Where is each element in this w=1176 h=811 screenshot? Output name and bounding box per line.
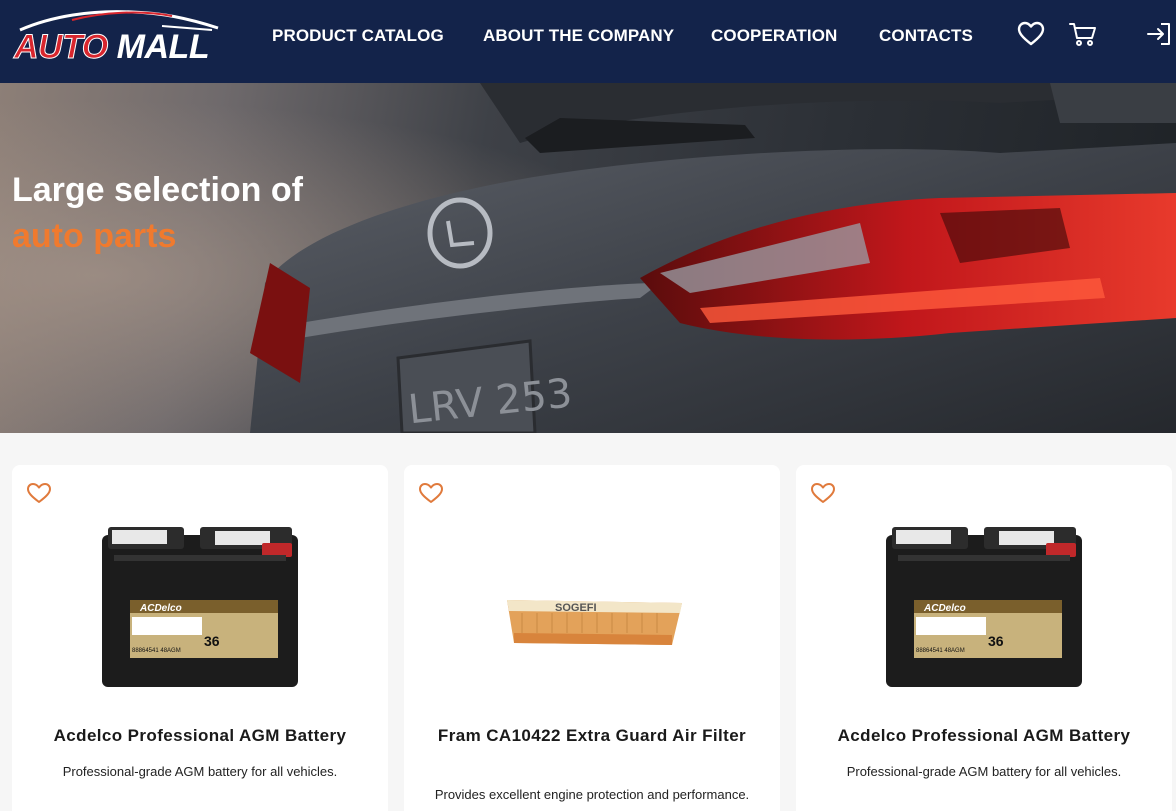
- cart-icon: [1069, 23, 1096, 46]
- logo-auto: AUTO: [14, 28, 109, 67]
- heart-outline-icon: [27, 483, 51, 503]
- product-card[interactable]: ACDelco 36 88864541 48AGM Acdelco Profes…: [796, 465, 1172, 811]
- battery-brand-text: ACDelco: [923, 603, 966, 614]
- product-description: Professional-grade AGM battery for all v…: [846, 764, 1122, 779]
- heart-outline-icon: [811, 483, 835, 503]
- heart-icon: [1017, 21, 1045, 46]
- air-filter-image: SOGEFI: [507, 600, 682, 645]
- product-image[interactable]: ACDelco 36 88864541 48AGM: [100, 525, 300, 690]
- add-to-favorites-button[interactable]: [810, 481, 836, 505]
- product-card[interactable]: ACDelco 36 88864541 48AGM Acdelco Profes…: [12, 465, 388, 811]
- product-image[interactable]: SOGEFI: [492, 525, 692, 690]
- nav-cooperation[interactable]: COOPERATION: [711, 26, 837, 46]
- nav-about-company[interactable]: ABOUT THE COMPANY: [483, 26, 674, 46]
- battery-image: ACDelco 36 88864541 48AGM: [886, 527, 1082, 687]
- login-button[interactable]: [1144, 19, 1174, 49]
- product-image[interactable]: ACDelco 36 88864541 48AGM: [884, 525, 1084, 690]
- cart-button[interactable]: [1068, 19, 1098, 49]
- battery-group-number: 36: [988, 633, 1004, 649]
- battery-code-text: 88864541 48AGM: [916, 648, 965, 654]
- hero-title-line1: Large selection of: [12, 171, 303, 209]
- site-header: AUTO MALL PRODUCT CATALOG ABOUT THE COMP…: [0, 0, 1176, 83]
- battery-brand-text: ACDelco: [139, 603, 182, 614]
- product-description: Professional-grade AGM battery for all v…: [62, 764, 338, 779]
- favorites-button[interactable]: [1016, 19, 1046, 49]
- hero-title-line2: auto parts: [12, 217, 177, 255]
- product-title[interactable]: Acdelco Professional AGM Battery: [806, 725, 1162, 747]
- battery-code-text: 88864541 48AGM: [132, 648, 181, 654]
- product-title[interactable]: Fram CA10422 Extra Guard Air Filter: [414, 725, 770, 747]
- add-to-favorites-button[interactable]: [418, 481, 444, 505]
- nav-product-catalog[interactable]: PRODUCT CATALOG: [272, 26, 444, 46]
- battery-image: ACDelco 36 88864541 48AGM: [102, 527, 298, 687]
- login-icon: [1147, 23, 1170, 45]
- auto-mall-logo[interactable]: AUTO MALL: [12, 6, 230, 68]
- product-card[interactable]: SOGEFI Fram CA10422 Extra Guard Air Filt…: [404, 465, 780, 811]
- filter-brand-text: SOGEFI: [555, 602, 597, 614]
- heart-outline-icon: [419, 483, 443, 503]
- nav-contacts[interactable]: CONTACTS: [879, 26, 973, 46]
- hero-title: Large selection of auto parts: [12, 167, 303, 259]
- logo-text: AUTO MALL: [14, 28, 210, 67]
- product-title[interactable]: Acdelco Professional AGM Battery: [22, 725, 378, 747]
- logo-mall: MALL: [116, 28, 210, 66]
- add-to-favorites-button[interactable]: [26, 481, 52, 505]
- product-description: Provides excellent engine protection and…: [434, 787, 750, 802]
- battery-group-number: 36: [204, 633, 220, 649]
- hero-banner: LRV 253 Large selection of auto parts: [0, 83, 1176, 433]
